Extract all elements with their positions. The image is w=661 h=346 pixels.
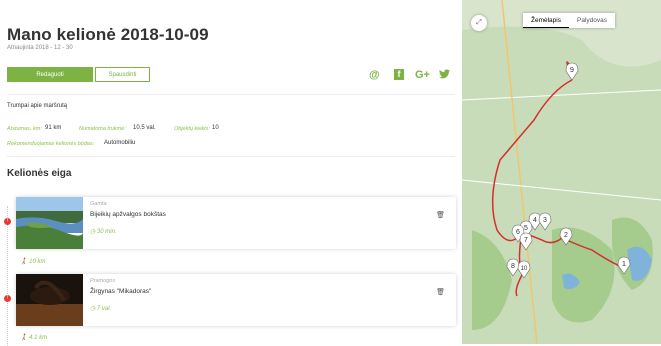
marker-label: 9 (570, 67, 574, 74)
email-icon[interactable]: @ (369, 69, 380, 81)
walk-icon: 🚶 (20, 259, 28, 265)
distance-value: 91 km (45, 125, 62, 131)
route-details-panel: Mano kelionė 2018-10-09 Atnaujinta 2018 … (0, 0, 462, 346)
google-plus-icon[interactable]: G+ (415, 69, 430, 81)
summary-title: Trumpai apie maršrutą (7, 103, 68, 109)
map-marker[interactable]: 8 (506, 258, 520, 277)
itinerary-card[interactable]: Gamta Bijeikių apžvalgos bokštas ◷ 30 mi… (16, 197, 456, 249)
print-button[interactable]: Spausdinti (95, 67, 150, 82)
alert-icon: ! (4, 218, 11, 225)
stop-photo (16, 274, 83, 326)
transport-value: Automobiliu (104, 140, 136, 146)
stop-name: Žirgynas "Mikadoras" (90, 288, 152, 295)
map-marker[interactable]: 2 (559, 227, 573, 246)
marker-label: 6 (516, 229, 520, 236)
stop-duration: ◷ 30 min. (90, 228, 117, 235)
stop-name: Bijeikių apžvalgos bokštas (90, 211, 166, 218)
marker-label: 4 (533, 217, 537, 224)
time-value: 10.5 val. (133, 125, 156, 131)
page-title: Mano kelionė 2018-10-09 (7, 25, 209, 44)
itinerary-title: Kelionės eiga (7, 168, 72, 179)
clock-icon: ◷ (90, 229, 96, 235)
clock-icon: ◷ (90, 306, 96, 312)
divider (7, 156, 455, 157)
distance-label: Atstumas, km: (7, 126, 42, 132)
timeline-line (7, 206, 8, 346)
marker-label: 1 (622, 261, 626, 268)
stop-category: Gamta (90, 201, 107, 207)
stop-duration: ◷ 7 val. (90, 305, 111, 312)
time-label: Numatoma trukmė: (79, 126, 126, 132)
edit-button[interactable]: Redaguoti (7, 67, 93, 82)
trash-icon[interactable]: 🗑 (436, 288, 445, 296)
distance-segment: 🚶 10 km (20, 258, 46, 265)
map-marker[interactable]: 3 (538, 212, 552, 231)
objects-label: Objektų kiekis: (174, 126, 210, 132)
stop-duration-value: 7 val. (96, 306, 112, 312)
objects-value: 10 (212, 125, 219, 131)
distance-segment: 🚶 4.1 km (20, 334, 47, 341)
map-marker[interactable]: 9 (565, 62, 579, 81)
updated-date: Atnaujinta 2018 - 12 - 30 (7, 45, 73, 51)
stop-category: Pramogos (90, 278, 116, 284)
map-marker[interactable]: 10 (517, 260, 531, 279)
facebook-icon[interactable]: f (394, 69, 404, 80)
marker-label: 2 (564, 232, 568, 239)
marker-label: 3 (543, 217, 547, 224)
twitter-icon[interactable] (439, 69, 450, 81)
map-markers-layer: 9 4 3 5 6 7 2 8 10 1 (506, 62, 631, 279)
divider (7, 94, 455, 95)
alert-icon: ! (4, 295, 11, 302)
segment-distance: 10 km (29, 259, 46, 265)
marker-label: 7 (524, 237, 528, 244)
itinerary-card[interactable]: Pramogos Žirgynas "Mikadoras" ◷ 7 val. 🗑 (16, 274, 456, 326)
segment-distance: 4.1 km (29, 335, 48, 341)
stop-photo (16, 197, 83, 249)
trash-icon[interactable]: 🗑 (436, 211, 445, 219)
walk-icon: 🚶 (20, 335, 28, 341)
marker-label: 5 (524, 225, 528, 232)
transport-label: Rekomenduojamas kelionės būdas: (7, 141, 95, 147)
marker-label: 8 (511, 263, 515, 270)
marker-label: 10 (521, 266, 528, 272)
stop-duration-value: 30 min. (96, 229, 117, 235)
map-marker[interactable]: 1 (617, 256, 631, 275)
map-marker[interactable]: 7 (519, 232, 533, 251)
